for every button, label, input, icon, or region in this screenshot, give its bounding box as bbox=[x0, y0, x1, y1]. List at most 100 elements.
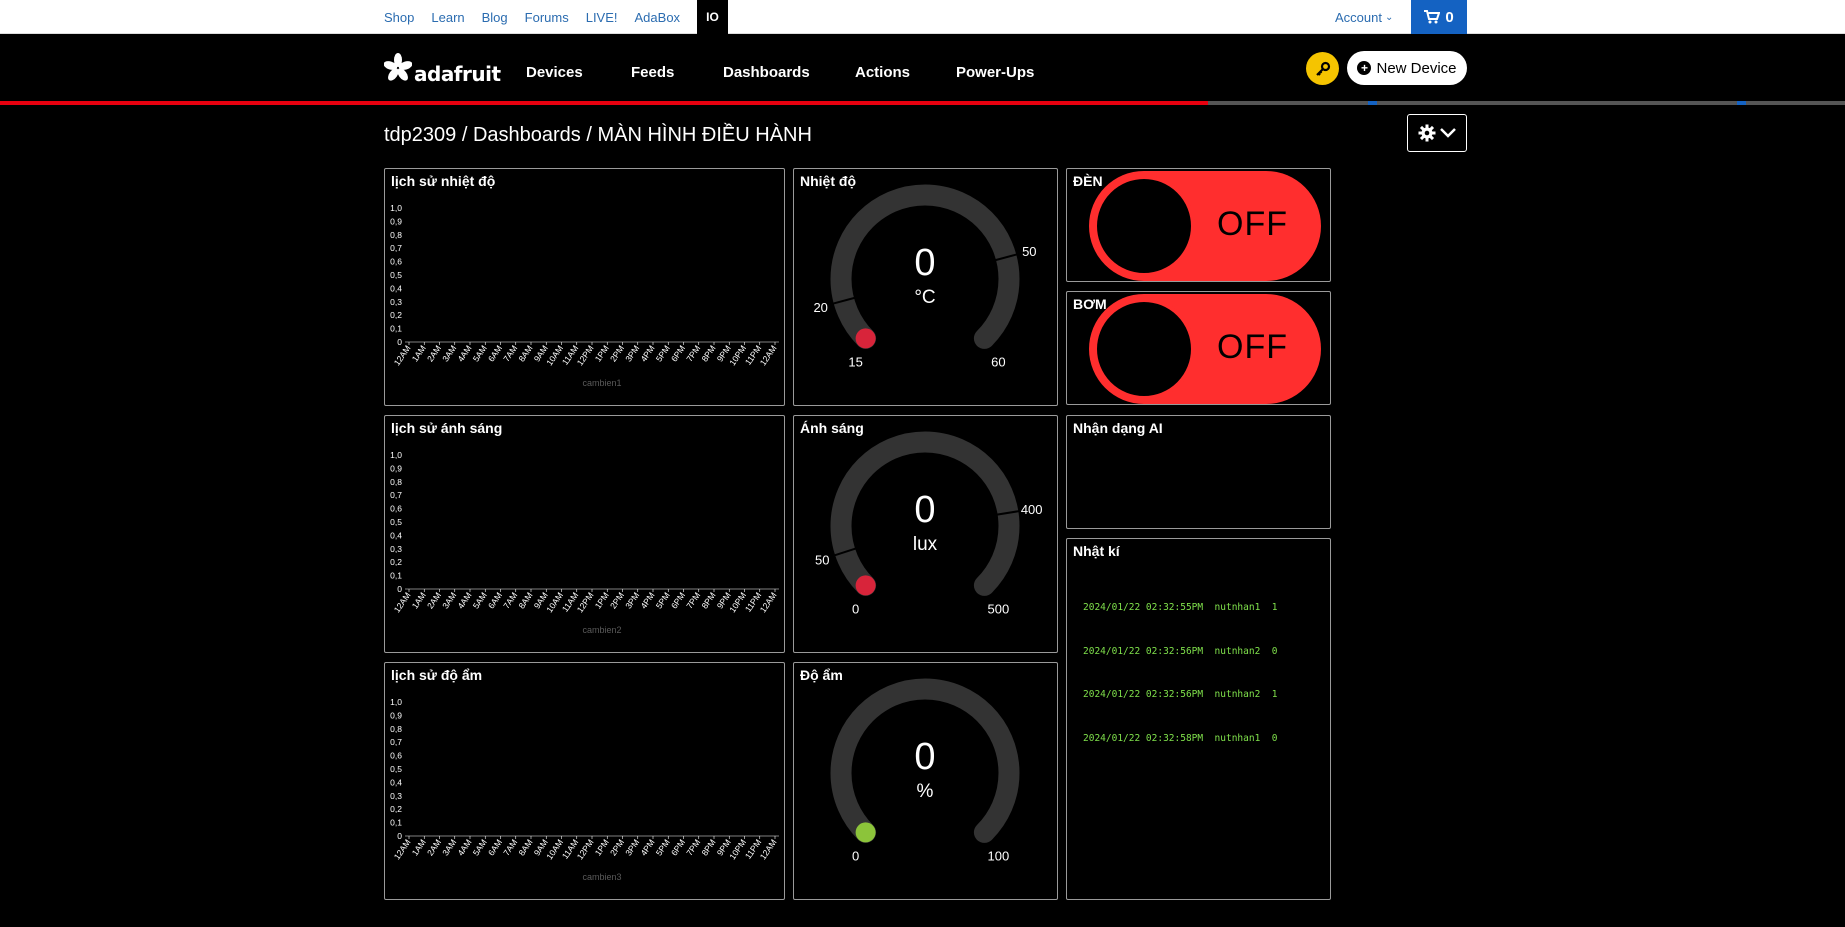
chart-feed-label: cambien1 bbox=[582, 378, 621, 388]
x-tick-label: 12PM bbox=[575, 343, 596, 367]
pump-toggle-switch[interactable]: OFF bbox=[1089, 294, 1321, 404]
gauge-unit: °C bbox=[914, 287, 935, 308]
y-tick-label: 0 bbox=[397, 584, 402, 594]
log-panel: Nhật kí 2024/01/22 02:32:55PM nutnhan1 1… bbox=[1066, 538, 1331, 900]
toggle-state: OFF bbox=[1217, 205, 1288, 243]
top-link-live[interactable]: LIVE! bbox=[586, 10, 618, 25]
y-tick-label: 0,4 bbox=[390, 777, 402, 787]
new-device-label: New Device bbox=[1376, 59, 1457, 77]
x-tick-label: 6AM bbox=[486, 837, 504, 857]
toggle-panel-pump: OFF BƠM bbox=[1066, 291, 1331, 405]
y-tick-label: 0,3 bbox=[390, 297, 402, 307]
top-link-blog[interactable]: Blog bbox=[482, 10, 508, 25]
x-tick-label: 2AM bbox=[425, 837, 443, 857]
y-tick-label: 0,7 bbox=[390, 737, 402, 747]
progress-marker bbox=[1737, 101, 1746, 105]
y-tick-label: 0,5 bbox=[390, 270, 402, 280]
main-nav: Devices Feeds Dashboards Actions Power-U… bbox=[526, 64, 1034, 81]
y-tick-label: 0,8 bbox=[390, 477, 402, 487]
key-icon bbox=[1315, 61, 1330, 76]
x-tick-label: 5PM bbox=[654, 837, 672, 857]
gauge-threshold-label: 400 bbox=[1021, 502, 1043, 517]
x-tick-label: 3AM bbox=[440, 837, 458, 857]
nav-power-ups[interactable]: Power-Ups bbox=[956, 64, 1034, 81]
y-tick-label: 0,9 bbox=[390, 710, 402, 720]
light-toggle-switch[interactable]: OFF bbox=[1089, 171, 1321, 281]
gauge-max-label: 500 bbox=[988, 601, 1010, 616]
x-tick-label: 4AM bbox=[455, 590, 473, 610]
panel-title: BƠM bbox=[1073, 296, 1107, 312]
x-tick-label: 8AM bbox=[516, 590, 534, 610]
gauge-panel-humidity: 0 100 0% Độ ẩm bbox=[793, 662, 1058, 900]
cart-count: 0 bbox=[1445, 8, 1454, 26]
x-tick-label: 8PM bbox=[699, 343, 717, 363]
x-tick-label: 12AM bbox=[758, 837, 779, 861]
gauge-panel-temperature: 20 50 15 60 0 °C Nhiệt độ bbox=[793, 168, 1058, 406]
x-tick-label: 5PM bbox=[654, 343, 672, 363]
y-tick-label: 0,1 bbox=[390, 571, 402, 581]
nav-dashboards[interactable]: Dashboards bbox=[723, 64, 855, 81]
chevron-down-icon bbox=[1440, 128, 1456, 138]
nav-devices[interactable]: Devices bbox=[526, 64, 631, 81]
new-device-button[interactable]: + New Device bbox=[1347, 51, 1467, 85]
log-line: 2024/01/22 02:32:56PM nutnhan2 0 bbox=[1083, 645, 1278, 657]
adafruit-flower-icon bbox=[384, 53, 412, 81]
top-link-adabox[interactable]: AdaBox bbox=[635, 10, 681, 25]
gauge-svg: 50 400 0 500 0 lux bbox=[815, 431, 1043, 616]
progress-fill bbox=[0, 101, 1208, 105]
gauge-threshold-label: 20 bbox=[813, 300, 827, 315]
ai-recognition-panel: Nhận dạng AI bbox=[1066, 415, 1331, 529]
x-tick-label: 7AM bbox=[501, 590, 519, 610]
x-tick-label: 2PM bbox=[608, 590, 626, 610]
x-tick-label: 12PM bbox=[575, 837, 596, 861]
account-menu[interactable]: Account ⌄ bbox=[1335, 0, 1393, 34]
y-tick-label: 1,0 bbox=[390, 450, 402, 460]
gauge-unit: lux bbox=[913, 534, 938, 555]
chart-feed-label: cambien3 bbox=[582, 872, 621, 882]
x-tick-label: 6AM bbox=[486, 343, 504, 363]
y-tick-label: 0,6 bbox=[390, 504, 402, 514]
x-tick-label: 3PM bbox=[623, 590, 641, 610]
x-tick-label: 12AM bbox=[758, 343, 779, 367]
io-tab[interactable]: IO bbox=[697, 0, 728, 34]
gauge-svg: 0 100 0% bbox=[830, 678, 1020, 863]
x-tick-label: 1PM bbox=[593, 590, 611, 610]
history-chart-svg: 1,00,90,80,70,60,50,40,30,20,1012AM1AM2A… bbox=[390, 697, 779, 882]
nav-feeds[interactable]: Feeds bbox=[631, 64, 723, 81]
adafruit-logo[interactable]: adafruit bbox=[384, 50, 501, 86]
top-link-forums[interactable]: Forums bbox=[525, 10, 569, 25]
panel-title: Nhiệt độ bbox=[800, 173, 856, 189]
x-tick-label: 3PM bbox=[623, 837, 641, 857]
gauge-min-label: 15 bbox=[848, 354, 862, 369]
x-tick-label: 6PM bbox=[669, 343, 687, 363]
y-tick-label: 0,2 bbox=[390, 804, 402, 814]
y-tick-label: 0,7 bbox=[390, 243, 402, 253]
x-tick-label: 4PM bbox=[638, 343, 656, 363]
top-link-shop[interactable]: Shop bbox=[384, 10, 414, 25]
x-tick-label: 4AM bbox=[455, 837, 473, 857]
y-tick-label: 0,8 bbox=[390, 230, 402, 240]
panel-title: lịch sử ánh sáng bbox=[391, 420, 503, 436]
x-tick-label: 3AM bbox=[440, 343, 458, 363]
logo-text: adafruit bbox=[414, 62, 501, 86]
nav-actions[interactable]: Actions bbox=[855, 64, 956, 81]
top-bar: Shop Learn Blog Forums LIVE! AdaBox IO A… bbox=[0, 0, 1845, 34]
cart-button[interactable]: 0 bbox=[1411, 0, 1467, 34]
plus-icon: + bbox=[1357, 61, 1372, 75]
x-tick-label: 8PM bbox=[699, 590, 717, 610]
y-tick-label: 0,2 bbox=[390, 310, 402, 320]
chart-feed-label: cambien2 bbox=[582, 625, 621, 635]
panel-title: lịch sử độ ẩm bbox=[391, 667, 483, 683]
top-link-learn[interactable]: Learn bbox=[431, 10, 464, 25]
panel-title: Nhận dạng AI bbox=[1073, 420, 1163, 436]
log-lines: 2024/01/22 02:32:55PM nutnhan1 1 2024/01… bbox=[1083, 572, 1277, 775]
y-tick-label: 0,3 bbox=[390, 791, 402, 801]
dashboard-settings-button[interactable] bbox=[1407, 114, 1467, 152]
api-key-button[interactable] bbox=[1306, 52, 1339, 85]
chart-panel-light-history: 1,0 0,9 0,8 0,7 0,6 0,5 0,4 0,3 0,2 0,1 0 12AM 1AM 2A… bbox=[384, 415, 785, 653]
y-tick-label: 1,0 bbox=[390, 203, 402, 213]
x-tick-label: 5AM bbox=[471, 343, 489, 363]
panel-title: Nhật kí bbox=[1073, 543, 1120, 559]
y-tick-label: 0,9 bbox=[390, 463, 402, 473]
x-tick-label: 2AM bbox=[425, 343, 443, 363]
